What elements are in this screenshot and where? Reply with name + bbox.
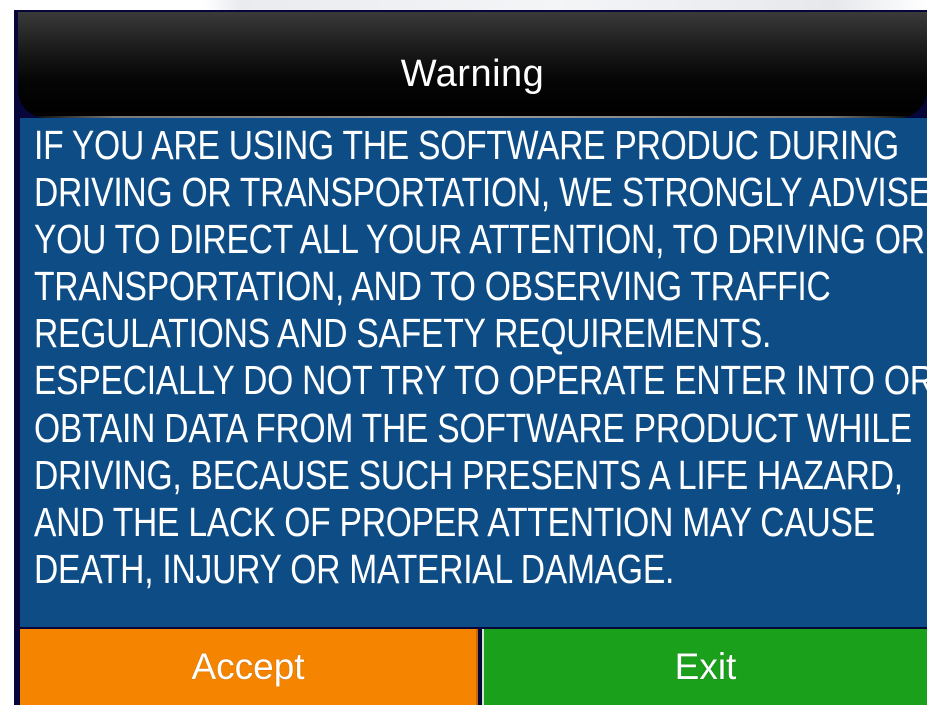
warning-message-line: IF YOU ARE USING THE SOFTWARE PRODUC DUR… bbox=[34, 122, 899, 168]
warning-message-line: OBTAIN DATA FROM THE SOFTWARE PRODUCT WH… bbox=[34, 404, 912, 451]
warning-message-line: AND THE LACK OF PROPER ATTENTION MAY CAU… bbox=[34, 498, 875, 545]
warning-message-text: IF YOU ARE USING THE SOFTWARE PRODUC DUR… bbox=[34, 122, 927, 593]
warning-message-line: ESPECIALLY DO NOT TRY TO OPERATE ENTER I… bbox=[34, 357, 927, 404]
dialog-title: Warning bbox=[400, 53, 545, 95]
warning-message-line: DRIVING, BECAUSE SUCH PRESENTS A LIFE HA… bbox=[34, 451, 903, 498]
accept-button[interactable]: Accept bbox=[20, 629, 478, 705]
warning-message-line: REGULATIONS AND SAFETY REQUIREMENTS. bbox=[34, 310, 772, 357]
exit-button[interactable]: Exit bbox=[482, 629, 927, 705]
exit-button-label: Exit bbox=[674, 646, 737, 687]
accept-button-label: Accept bbox=[191, 646, 305, 687]
warning-message-line: YOU TO DIRECT ALL YOUR ATTENTION, TO DRI… bbox=[34, 216, 925, 263]
warning-message-line: TRANSPORTATION, AND TO OBSERVING TRAFFIC bbox=[34, 263, 831, 310]
warning-message-line: DRIVING OR TRANSPORTATION, WE STRONGLY A… bbox=[34, 169, 927, 216]
dialog-header: Warning bbox=[18, 12, 927, 118]
warning-message-panel: IF YOU ARE USING THE SOFTWARE PRODUC DUR… bbox=[20, 118, 927, 627]
warning-message-line: DEATH, INJURY OR MATERIAL DAMAGE. bbox=[34, 545, 675, 592]
